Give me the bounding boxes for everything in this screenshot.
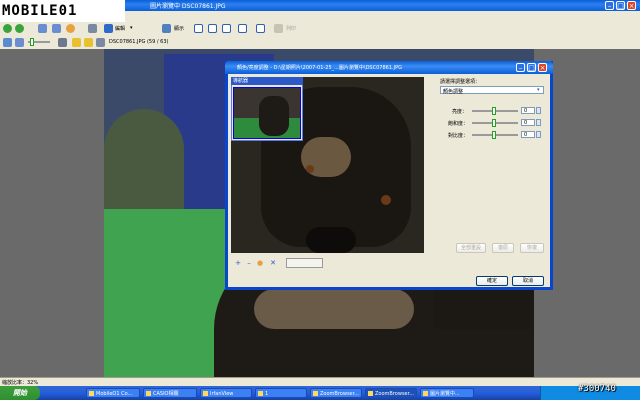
saturation-spinner[interactable] xyxy=(536,119,541,126)
contrast-slider-thumb[interactable] xyxy=(492,131,496,139)
layout-grid-icon[interactable] xyxy=(256,24,265,33)
print-disabled-icon[interactable] xyxy=(274,24,283,33)
task-button[interactable]: 1 xyxy=(255,388,307,398)
star-rating-icon[interactable] xyxy=(72,38,81,47)
brightness-spinner[interactable] xyxy=(536,107,541,114)
print-button[interactable]: 列印 xyxy=(286,25,296,32)
brightness-value-field[interactable]: 0 xyxy=(521,107,535,114)
view-icon[interactable] xyxy=(162,24,171,33)
contrast-spinner[interactable] xyxy=(536,131,541,138)
reset-all-button[interactable]: 全部重設 xyxy=(456,243,486,253)
watermark-text: #300740 xyxy=(578,384,616,394)
start-button[interactable]: 開始 xyxy=(0,386,40,400)
saturation-label: 飽和度： xyxy=(448,121,469,127)
star-rating-icon[interactable] xyxy=(84,38,93,47)
task-button[interactable]: CASIO相關 xyxy=(143,388,197,398)
view-menu-button[interactable]: 顯示 xyxy=(174,25,184,32)
save-icon[interactable] xyxy=(58,38,67,47)
zoom-slider-thumb[interactable] xyxy=(30,38,34,46)
info-icon[interactable] xyxy=(96,38,105,47)
zoom-ratio-text: 縮放比率：32% xyxy=(2,380,39,386)
dialog-hand-icon[interactable]: ● xyxy=(256,259,264,267)
navigator-title: 導航器 xyxy=(231,77,303,85)
ok-button[interactable]: 確定 xyxy=(476,276,508,286)
actual-size-icon[interactable] xyxy=(15,38,24,47)
print-icon[interactable] xyxy=(88,24,97,33)
mobile01-logo: MOBILE01 xyxy=(0,0,125,22)
dialog-minimize-button[interactable]: – xyxy=(516,63,525,72)
dialog-title-bar: 顏色/亮度調整 - D:\星期照片\2007-01-25_...圖片瀏覽中\DS… xyxy=(225,61,553,74)
undo-button[interactable]: 復原 xyxy=(492,243,514,253)
brightness-slider-thumb[interactable] xyxy=(492,107,496,115)
navigator-thumbnail[interactable] xyxy=(233,87,301,139)
layout-list-icon[interactable] xyxy=(238,24,247,33)
task-button[interactable]: MobileO1 Co... xyxy=(86,388,140,398)
layout-single-icon[interactable] xyxy=(194,24,203,33)
task-button[interactable]: 圖片瀏覽中... xyxy=(420,388,474,398)
zoom-in-icon[interactable] xyxy=(38,24,47,33)
window-title: 圖片瀏覽中 DSC07861.JPG xyxy=(150,3,226,10)
hand-tool-icon[interactable] xyxy=(66,24,75,33)
back-arrow-icon[interactable] xyxy=(3,24,12,33)
zoom-out-icon[interactable] xyxy=(52,24,61,33)
secondary-toolbar: DSC07861.JPG (59 / 63) xyxy=(0,36,640,50)
adjust-type-dropdown[interactable]: 顏色調整 ▾ xyxy=(440,86,544,95)
close-button[interactable]: × xyxy=(627,1,636,10)
dialog-fit-icon[interactable]: ✕ xyxy=(269,259,277,267)
dialog-zoom-slider[interactable] xyxy=(286,258,323,268)
dialog-zoom-in-icon[interactable]: + xyxy=(234,259,242,267)
fit-window-icon[interactable] xyxy=(3,38,12,47)
layout-filmstrip-icon[interactable] xyxy=(208,24,217,33)
cancel-button[interactable]: 取消 xyxy=(512,276,544,286)
forward-arrow-icon[interactable] xyxy=(15,24,24,33)
dropdown-value: 顏色調整 xyxy=(443,89,464,95)
file-info-text: DSC07861.JPG (59 / 63) xyxy=(109,39,169,45)
adjust-options-label: 請選擇調整選項： xyxy=(440,79,481,85)
dialog-maximize-button[interactable]: □ xyxy=(527,63,536,72)
contrast-value-field[interactable]: 0 xyxy=(521,131,535,138)
redo-button[interactable]: 恢復 xyxy=(520,243,544,253)
task-button[interactable]: ZoomBrowser... xyxy=(310,388,362,398)
saturation-slider-thumb[interactable] xyxy=(492,119,496,127)
dialog-zoom-out-icon[interactable]: – xyxy=(245,259,253,267)
dialog-close-button[interactable]: × xyxy=(538,63,547,72)
main-toolbar: 編輯 ▾ 顯示 列印 xyxy=(0,21,640,37)
edit-dropdown-arrow-icon[interactable]: ▾ xyxy=(130,25,133,31)
layout-thumbnail-icon[interactable] xyxy=(222,24,231,33)
edit-icon[interactable] xyxy=(104,24,113,33)
brightness-label: 亮度： xyxy=(452,109,468,115)
dialog-title: 顏色/亮度調整 - D:\星期照片\2007-01-25_...圖片瀏覽中\DS… xyxy=(237,65,402,71)
contrast-label: 對比度： xyxy=(448,133,469,139)
saturation-value-field[interactable]: 0 xyxy=(521,119,535,126)
edit-menu-button[interactable]: 編輯 xyxy=(115,25,125,32)
chevron-down-icon[interactable]: ▾ xyxy=(537,87,540,93)
maximize-button[interactable]: □ xyxy=(616,1,625,10)
minimize-button[interactable]: – xyxy=(605,1,614,10)
task-button[interactable]: IrfanView xyxy=(200,388,252,398)
task-button[interactable]: ZoomBrowser... xyxy=(365,388,417,398)
